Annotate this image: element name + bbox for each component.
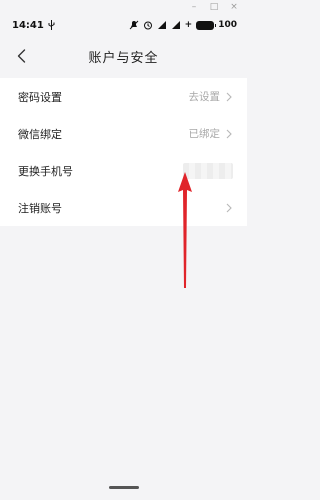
- row-label: 微信绑定: [18, 127, 62, 141]
- chevron-left-icon: [17, 49, 25, 63]
- chevron-right-icon: [226, 203, 232, 212]
- annotation-arrow: [178, 172, 192, 288]
- page-title: 账户与安全: [88, 50, 159, 66]
- row-label: 密码设置: [18, 90, 62, 104]
- maximize-icon[interactable]: □: [209, 2, 219, 12]
- plus-icon: +: [184, 20, 193, 30]
- row-value: 已绑定: [188, 128, 221, 140]
- row-value: 去设置: [188, 91, 221, 103]
- wechat-binding-row[interactable]: 微信绑定 已绑定: [0, 115, 247, 152]
- battery-icon: [196, 20, 217, 30]
- password-settings-row[interactable]: 密码设置 去设置: [0, 78, 247, 115]
- settings-list: 密码设置 去设置 微信绑定 已绑定 更换手机号 注销账号: [0, 78, 247, 226]
- status-time: 14:41: [12, 19, 44, 31]
- window-controls: – □ ×: [177, 0, 247, 14]
- battery-level: 100: [218, 20, 237, 30]
- usb-icon: [48, 20, 55, 30]
- row-label: 更换手机号: [18, 164, 73, 178]
- delete-account-row[interactable]: 注销账号: [0, 189, 247, 226]
- signal-icon: [171, 21, 180, 29]
- row-label: 注销账号: [18, 201, 62, 215]
- chevron-right-icon: [226, 92, 232, 101]
- back-button[interactable]: [10, 44, 32, 68]
- home-indicator[interactable]: [109, 486, 139, 489]
- close-icon[interactable]: ×: [229, 2, 239, 12]
- status-bar: 14:41 + 100: [0, 14, 247, 36]
- mute-icon: [129, 20, 139, 30]
- minimize-icon[interactable]: –: [189, 2, 199, 12]
- sim-icon: [157, 21, 166, 29]
- chevron-right-icon: [226, 129, 232, 138]
- nav-bar: 账户与安全: [0, 38, 247, 74]
- change-phone-row[interactable]: 更换手机号: [0, 152, 247, 189]
- alarm-icon: [143, 21, 152, 30]
